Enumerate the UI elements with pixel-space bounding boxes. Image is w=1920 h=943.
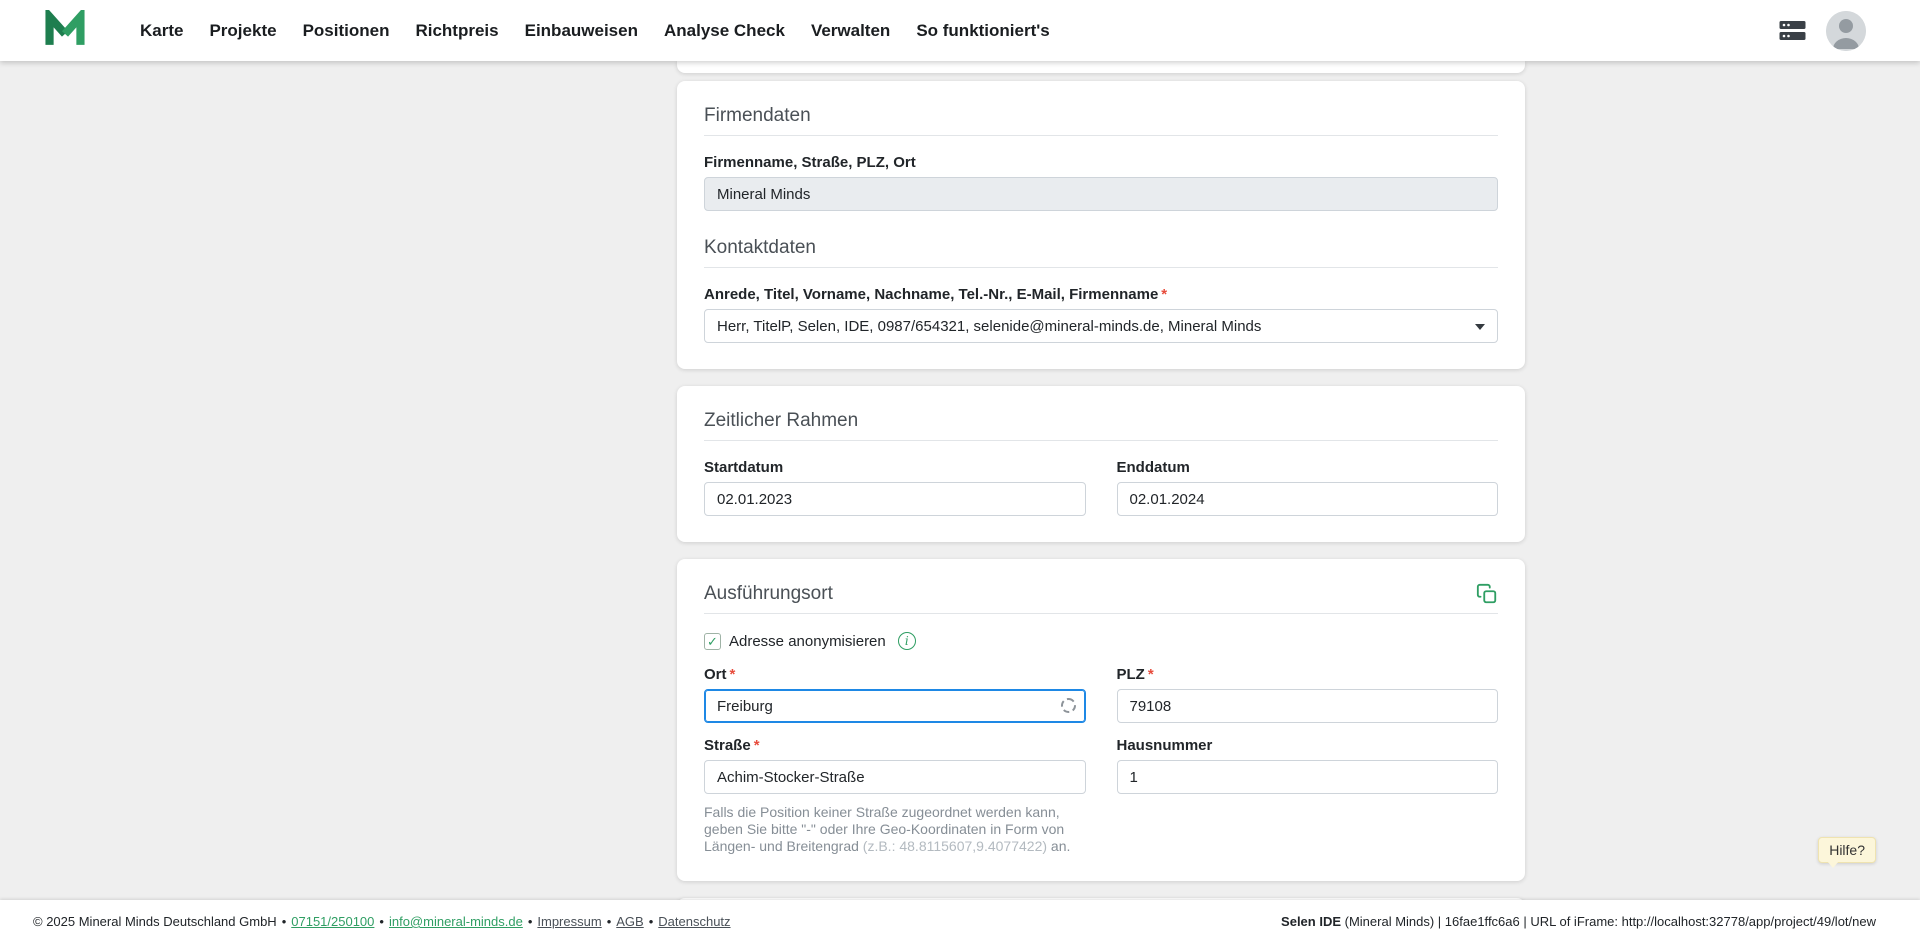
card-zeitlicher-rahmen: Zeitlicher Rahmen Startdatum Enddatum — [677, 386, 1525, 542]
iframe-info: (Mineral Minds) | 16fae1ffc6a6 | URL of … — [1341, 914, 1876, 929]
divider — [704, 440, 1498, 441]
nav-item-analyse-check[interactable]: Analyse Check — [664, 21, 785, 41]
section-title-ausfuehrungsort: Ausführungsort — [704, 583, 833, 605]
required-asterisk: * — [754, 737, 760, 754]
nav-item-richtpreis[interactable]: Richtpreis — [415, 21, 498, 41]
app-name: Selen IDE — [1281, 914, 1341, 929]
footer-debug-info: Selen IDE (Mineral Minds) | 16fae1ffc6a6… — [1281, 914, 1876, 929]
divider — [704, 267, 1498, 268]
plz-label: PLZ* — [1117, 666, 1499, 683]
brand-logo[interactable] — [45, 10, 85, 52]
separator: • — [379, 914, 384, 929]
footer-email-link[interactable]: info@mineral-minds.de — [389, 914, 523, 929]
divider — [704, 613, 1498, 614]
required-asterisk: * — [1148, 666, 1154, 683]
chevron-down-icon — [1475, 324, 1485, 330]
nav-item-einbauweisen[interactable]: Einbauweisen — [525, 21, 638, 41]
required-asterisk: * — [1161, 286, 1167, 303]
company-input — [704, 177, 1498, 211]
footer-link-agb[interactable]: AGB — [616, 914, 643, 929]
section-title-zeitlicher-rahmen: Zeitlicher Rahmen — [704, 410, 1498, 432]
hausnummer-input[interactable] — [1117, 760, 1499, 794]
main-navigation: Karte Projekte Positionen Richtpreis Ein… — [140, 21, 1779, 41]
contact-select[interactable]: Herr, TitelP, Selen, IDE, 0987/654321, s… — [704, 309, 1498, 343]
hausnummer-label: Hausnummer — [1117, 737, 1499, 754]
enddatum-input[interactable] — [1117, 482, 1499, 516]
street-hint-text: Falls die Position keiner Straße zugeord… — [704, 804, 1086, 855]
geo-coords-example: (z.B.: 48.8115607,9.4077422) — [863, 838, 1047, 854]
startdatum-input[interactable] — [704, 482, 1086, 516]
card-partial-top — [677, 61, 1525, 73]
nav-item-karte[interactable]: Karte — [140, 21, 183, 41]
mineral-minds-logo-icon — [45, 10, 85, 52]
section-title-firmendaten: Firmendaten — [704, 105, 1498, 127]
nav-item-verwalten[interactable]: Verwalten — [811, 21, 890, 41]
footer-left: © 2025 Mineral Minds Deutschland GmbH • … — [33, 914, 731, 929]
ort-input[interactable] — [704, 689, 1086, 723]
copy-icon[interactable] — [1476, 583, 1498, 605]
footer-link-datenschutz[interactable]: Datenschutz — [658, 914, 730, 929]
loading-spinner-icon — [1061, 698, 1076, 713]
server-icon[interactable] — [1779, 20, 1806, 41]
navbar-right — [1779, 11, 1866, 51]
user-avatar[interactable] — [1826, 11, 1866, 51]
ort-label: Ort* — [704, 666, 1086, 683]
separator: • — [282, 914, 287, 929]
company-label: Firmenname, Straße, PLZ, Ort — [704, 154, 1498, 171]
required-asterisk: * — [730, 666, 736, 683]
top-navbar: Karte Projekte Positionen Richtpreis Ein… — [0, 0, 1920, 61]
divider — [704, 135, 1498, 136]
strasse-label: Straße* — [704, 737, 1086, 754]
footer-link-impressum[interactable]: Impressum — [537, 914, 601, 929]
startdatum-label: Startdatum — [704, 459, 1086, 476]
separator: • — [649, 914, 654, 929]
contact-label: Anrede, Titel, Vorname, Nachname, Tel.-N… — [704, 286, 1498, 303]
nav-item-positionen[interactable]: Positionen — [303, 21, 390, 41]
copyright-text: © 2025 Mineral Minds Deutschland GmbH — [33, 914, 277, 929]
anonymize-label: Adresse anonymisieren — [729, 633, 886, 650]
enddatum-label: Enddatum — [1117, 459, 1499, 476]
info-icon[interactable] — [898, 632, 916, 650]
separator: • — [607, 914, 612, 929]
help-label: Hilfe? — [1829, 842, 1865, 858]
footer-phone-link[interactable]: 07151/250100 — [291, 914, 374, 929]
nav-item-so-funktionierts[interactable]: So funktioniert's — [916, 21, 1049, 41]
help-button[interactable]: Hilfe? — [1818, 837, 1876, 863]
card-firmendaten: Firmendaten Firmenname, Straße, PLZ, Ort… — [677, 81, 1525, 369]
strasse-input[interactable] — [704, 760, 1086, 794]
page-footer: © 2025 Mineral Minds Deutschland GmbH • … — [0, 900, 1920, 943]
main-content: Firmendaten Firmenname, Straße, PLZ, Ort… — [0, 61, 1920, 900]
card-ausfuehrungsort: Ausführungsort Adresse anonymisieren Or — [677, 559, 1525, 881]
contact-select-value: Herr, TitelP, Selen, IDE, 0987/654321, s… — [717, 318, 1261, 335]
separator: • — [528, 914, 533, 929]
nav-item-projekte[interactable]: Projekte — [209, 21, 276, 41]
anonymize-checkbox[interactable] — [704, 633, 721, 650]
section-title-kontaktdaten: Kontaktdaten — [704, 237, 1498, 259]
plz-input[interactable] — [1117, 689, 1499, 723]
